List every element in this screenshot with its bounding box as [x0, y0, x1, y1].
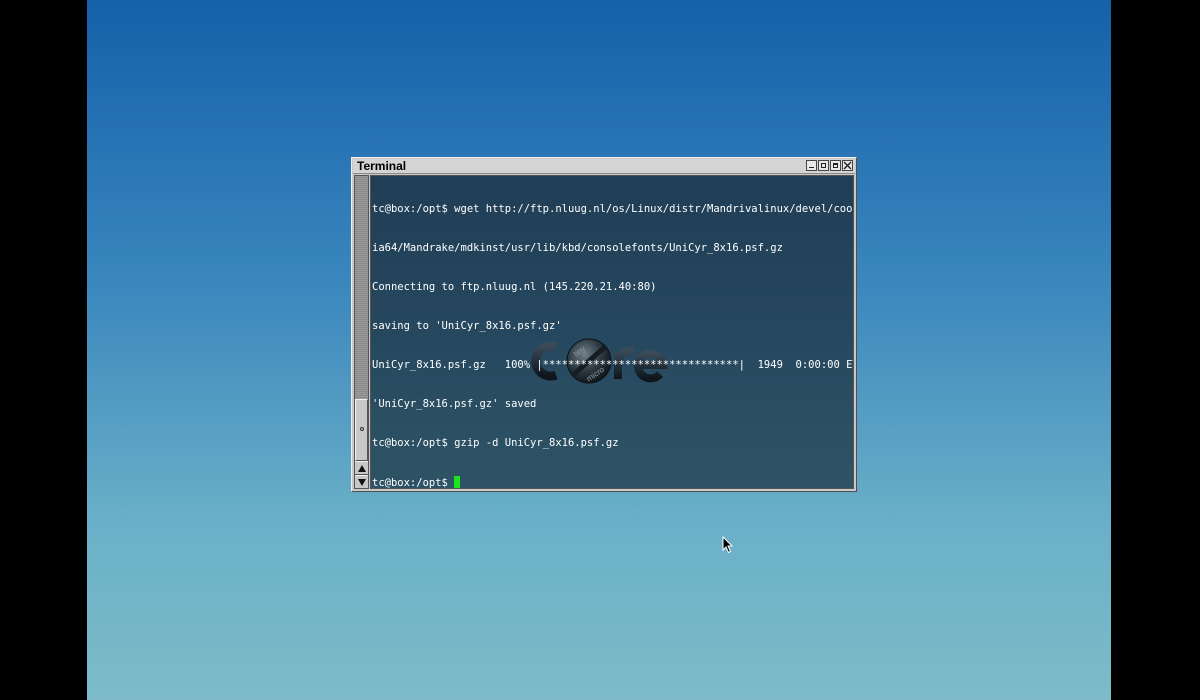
terminal-line: saving to 'UniCyr_8x16.psf.gz': [372, 320, 562, 332]
iconify-button[interactable]: [806, 160, 817, 171]
scrollbar-thumb[interactable]: [355, 399, 368, 461]
terminal-output[interactable]: tiny micro tc@box:/opt$ wget http://ftp.…: [370, 175, 854, 489]
window-controls: [806, 160, 853, 172]
terminal-line: UniCyr_8x16.psf.gz 100% |***************…: [372, 359, 854, 371]
terminal-line: ia64/Mandrake/mdkinst/usr/lib/kbd/consol…: [372, 242, 783, 254]
grip-icon: [360, 427, 364, 431]
terminal-line: 'UniCyr_8x16.psf.gz' saved: [372, 398, 537, 410]
terminal-line: Connecting to ftp.nluug.nl (145.220.21.4…: [372, 281, 657, 293]
terminal-window[interactable]: Terminal tiny micro tc@box:/opt$ wget ht…: [351, 157, 857, 492]
desktop[interactable]: Terminal tiny micro tc@box:/opt$ wget ht…: [87, 0, 1111, 700]
terminal-prompt-line[interactable]: tc@box:/opt$: [372, 476, 853, 489]
arrow-down-icon: [358, 479, 366, 486]
terminal-scrollbar[interactable]: [354, 175, 369, 489]
text-cursor: [454, 476, 461, 488]
window-titlebar[interactable]: Terminal: [353, 159, 855, 174]
maximize-button[interactable]: [830, 160, 841, 171]
terminal-line: tc@box:/opt$ wget http://ftp.nluug.nl/os…: [372, 203, 854, 215]
scroll-up-button[interactable]: [355, 461, 368, 475]
terminal-prompt: tc@box:/opt$: [372, 477, 455, 489]
arrow-up-icon: [358, 465, 366, 472]
mouse-pointer-icon: [722, 536, 734, 554]
shade-button[interactable]: [818, 160, 829, 171]
terminal-line: tc@box:/opt$ gzip -d UniCyr_8x16.psf.gz: [372, 437, 619, 449]
scroll-down-button[interactable]: [355, 475, 368, 489]
window-title: Terminal: [357, 159, 407, 173]
close-button[interactable]: [842, 160, 853, 171]
close-icon: [843, 161, 852, 170]
terminal-lines: tc@box:/opt$ wget http://ftp.nluug.nl/os…: [372, 177, 854, 489]
